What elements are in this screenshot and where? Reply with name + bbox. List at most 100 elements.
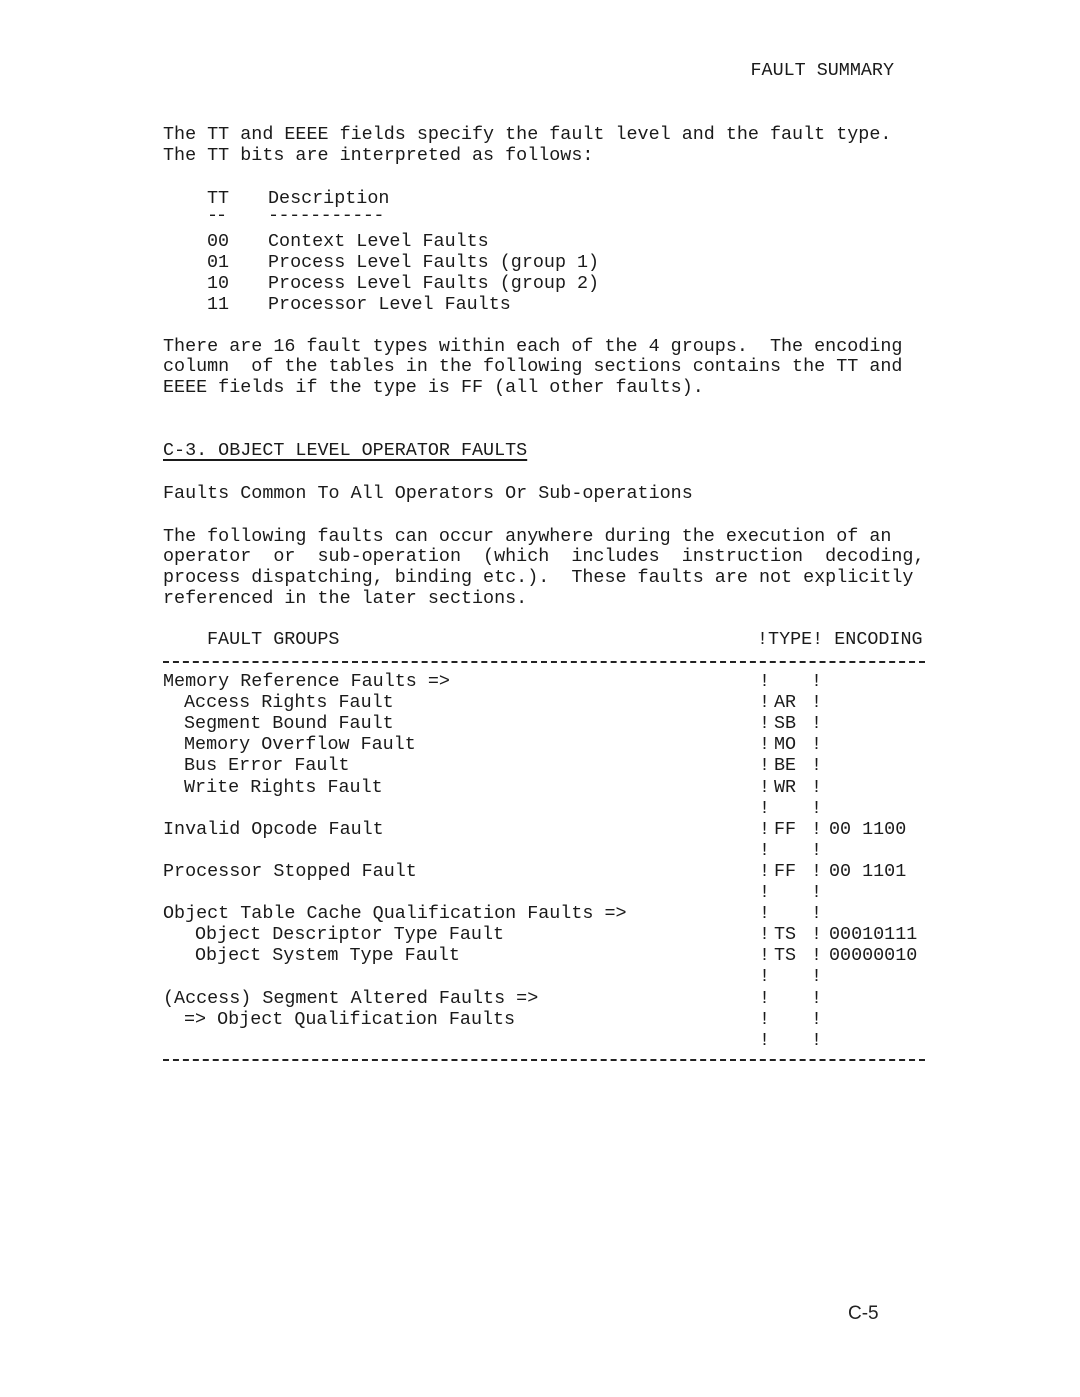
- table-row: Object Table Cache Qualification Faults …: [163, 903, 925, 924]
- section-paragraph-line-1: The following faults can occur anywhere …: [163, 526, 892, 547]
- fault-label: Memory Overflow Fault: [184, 734, 416, 756]
- column-separator: !: [759, 692, 771, 714]
- table-row: Access Rights Fault! AR!: [163, 692, 925, 713]
- fault-type: MO: [774, 734, 797, 756]
- table-row: Memory Reference Faults =>!!: [163, 671, 925, 692]
- document-page: FAULT SUMMARY The TT and EEEE fields spe…: [0, 0, 1080, 1397]
- encoding-note-line-1: There are 16 fault types within each of …: [163, 336, 903, 357]
- intro-line-2: The TT bits are interpreted as follows:: [163, 145, 594, 166]
- fault-table: FAULT GROUPS !TYPE! ENCODING Memory Refe…: [0, 629, 1080, 1061]
- section-subtitle: Faults Common To All Operators Or Sub-op…: [163, 483, 693, 504]
- table-row: Object Descriptor Type Fault! TS! 00010111: [163, 924, 925, 945]
- fault-type: FF: [774, 860, 797, 882]
- column-separator: !: [811, 966, 823, 988]
- table-row: !!: [163, 1030, 925, 1051]
- column-separator: !: [811, 903, 823, 925]
- tt-table: TT Description -- ----------- 00 Context…: [0, 168, 1080, 483]
- tt-header-desc-underline: -----------: [268, 205, 384, 226]
- column-separator: !: [759, 755, 771, 777]
- fault-type: TS: [774, 924, 797, 946]
- fault-label: Invalid Opcode Fault: [163, 818, 384, 840]
- column-separator: !: [759, 1008, 771, 1030]
- column-separator: !: [759, 797, 771, 819]
- column-separator: !: [759, 713, 771, 735]
- tt-row-code: 01: [207, 252, 230, 273]
- column-separator: !: [759, 776, 771, 798]
- column-separator: !: [759, 860, 771, 882]
- column-separator: !: [811, 860, 823, 882]
- column-separator: !: [811, 818, 823, 840]
- column-separator: !: [759, 818, 771, 840]
- table-row: Write Rights Fault! WR!: [163, 777, 925, 798]
- column-separator: !: [811, 924, 823, 946]
- column-separator: !: [759, 903, 771, 925]
- column-separator: !: [811, 671, 823, 692]
- intro-line-1: The TT and EEEE fields specify the fault…: [163, 124, 892, 145]
- table-row: => Object Qualification Faults!!: [163, 1009, 925, 1030]
- table-bottom-rule: [163, 1059, 925, 1061]
- column-separator: !: [811, 776, 823, 798]
- column-separator: !: [811, 797, 823, 819]
- tt-row-description: Process Level Faults (group 1): [268, 252, 600, 273]
- fault-label: Bus Error Fault: [184, 755, 350, 777]
- fault-type: AR: [774, 692, 797, 714]
- fault-label: Access Rights Fault: [184, 692, 394, 714]
- column-separator: !: [811, 987, 823, 1009]
- tt-row-code: 00: [207, 231, 230, 252]
- column-separator: !: [811, 734, 823, 756]
- fault-label: Segment Bound Fault: [184, 713, 394, 735]
- tt-header-code-underline: --: [207, 205, 227, 226]
- column-separator: !: [811, 755, 823, 777]
- fault-label: Memory Reference Faults =>: [163, 671, 450, 692]
- column-separator: !: [811, 692, 823, 714]
- table-top-rule: [163, 661, 925, 663]
- fault-label: Object System Type Fault: [195, 945, 460, 967]
- table-row: !!: [163, 966, 925, 987]
- column-separator: !: [759, 924, 771, 946]
- fault-label: Processor Stopped Fault: [163, 860, 417, 882]
- column-separator: !: [759, 882, 771, 903]
- table-row: Processor Stopped Fault! FF! 00 1101: [163, 861, 925, 882]
- table-row: Object System Type Fault! TS! 00000010: [163, 945, 925, 966]
- tt-row-description: Process Level Faults (group 2): [268, 273, 600, 294]
- fault-encoding: 00010111: [829, 924, 918, 946]
- fault-label: Object Descriptor Type Fault: [195, 924, 505, 946]
- column-separator: !: [811, 945, 823, 967]
- fault-label: Write Rights Fault: [184, 776, 383, 798]
- table-row: !!: [163, 882, 925, 903]
- fault-encoding: 00 1100: [829, 818, 907, 840]
- section-paragraph-line-2: operator or sub-operation (which include…: [163, 546, 925, 567]
- encoding-note-line-3: EEEE fields if the type is FF (all other…: [163, 377, 704, 398]
- fault-type: BE: [774, 755, 797, 777]
- tt-row-code: 11: [207, 294, 230, 315]
- section-title: C-3. OBJECT LEVEL OPERATOR FAULTS: [163, 440, 528, 461]
- fault-label: (Access) Segment Altered Faults =>: [163, 987, 539, 1009]
- column-separator: !: [811, 1029, 823, 1051]
- fault-table-header-groups: FAULT GROUPS: [207, 629, 340, 650]
- tt-row-description: Processor Level Faults: [268, 294, 511, 315]
- column-separator: !: [759, 671, 771, 692]
- section-paragraph-line-4: referenced in the later sections.: [163, 588, 528, 609]
- fault-label: Object Table Cache Qualification Faults …: [163, 903, 627, 925]
- fault-encoding: 00000010: [829, 945, 918, 967]
- column-separator: !: [811, 882, 823, 903]
- column-separator: !: [811, 839, 823, 861]
- column-separator: !: [759, 839, 771, 861]
- section-paragraph-line-3: process dispatching, binding etc.). Thes…: [163, 567, 914, 588]
- running-title: FAULT SUMMARY: [750, 60, 894, 81]
- fault-encoding: 00 1101: [829, 860, 907, 882]
- table-row: !!: [163, 798, 925, 819]
- column-separator: !: [811, 1008, 823, 1030]
- table-row: (Access) Segment Altered Faults =>!!: [163, 988, 925, 1009]
- fault-type: SB: [774, 713, 797, 735]
- encoding-note-line-2: column of the tables in the following se…: [163, 356, 903, 377]
- column-separator: !: [811, 713, 823, 735]
- table-row: !!: [163, 840, 925, 861]
- column-separator: !: [759, 1029, 771, 1051]
- tt-row-description: Context Level Faults: [268, 231, 489, 252]
- page-number: C-5: [848, 1303, 879, 1324]
- table-row: Bus Error Fault! BE!: [163, 755, 925, 776]
- fault-type: FF: [774, 818, 797, 840]
- table-row: Invalid Opcode Fault! FF! 00 1100: [163, 819, 925, 840]
- fault-table-header-type-encoding: !TYPE! ENCODING: [757, 629, 923, 650]
